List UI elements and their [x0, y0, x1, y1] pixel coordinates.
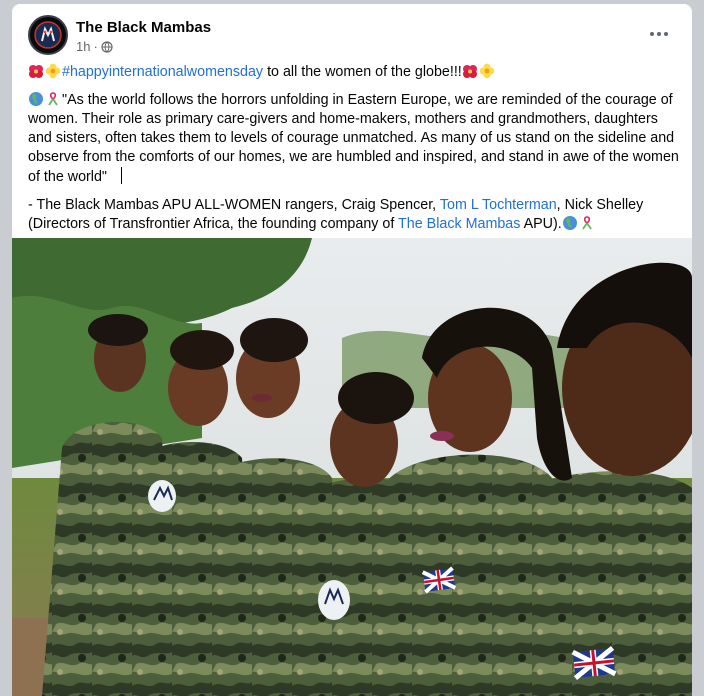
globe-icon	[101, 40, 113, 53]
blossom-icon	[479, 63, 495, 79]
post-card: The Black Mambas 1h · #happyinternationa…	[12, 4, 692, 696]
post-header: The Black Mambas 1h ·	[28, 14, 678, 58]
blossom-icon	[45, 63, 61, 79]
post-quote: "As the world follows the horrors unfold…	[28, 91, 680, 187]
globe-africa-icon	[29, 92, 43, 106]
mamba-logo-icon	[34, 21, 62, 49]
post-time[interactable]: 1h	[76, 39, 90, 54]
page-avatar[interactable]	[28, 15, 68, 55]
more-options-button[interactable]	[644, 22, 674, 46]
text-caret	[120, 167, 122, 184]
page-name[interactable]: The Black Mambas	[76, 19, 211, 36]
ribbon-icon	[48, 92, 58, 106]
hashtag-line-text: to all the women of the globe!!!	[263, 64, 462, 80]
hashtag-link[interactable]: #happyinternationalwomensday	[62, 64, 263, 80]
post-credit: - The Black Mambas APU ALL-WOMEN rangers…	[28, 196, 680, 234]
credit-text-3: APU).	[520, 216, 562, 232]
post-meta: 1h ·	[76, 39, 113, 54]
post-message: #happyinternationalwomensday to all the …	[28, 63, 680, 243]
globe-africa-icon	[562, 216, 577, 230]
credit-text-1: - The Black Mambas APU ALL-WOMEN rangers…	[28, 197, 440, 213]
hibiscus-icon	[29, 65, 43, 78]
mention-black-mambas[interactable]: The Black Mambas	[398, 216, 520, 232]
more-dots-icon	[650, 32, 654, 36]
hibiscus-icon	[462, 65, 477, 78]
post-photo[interactable]	[12, 238, 692, 696]
post-line-hashtag: #happyinternationalwomensday to all the …	[28, 63, 680, 82]
mention-tom-tochterman[interactable]: Tom L Tochterman	[440, 197, 557, 213]
quote-text: "As the world follows the horrors unfold…	[28, 92, 679, 185]
ribbon-icon	[582, 216, 592, 230]
rangers-photo	[12, 238, 692, 696]
